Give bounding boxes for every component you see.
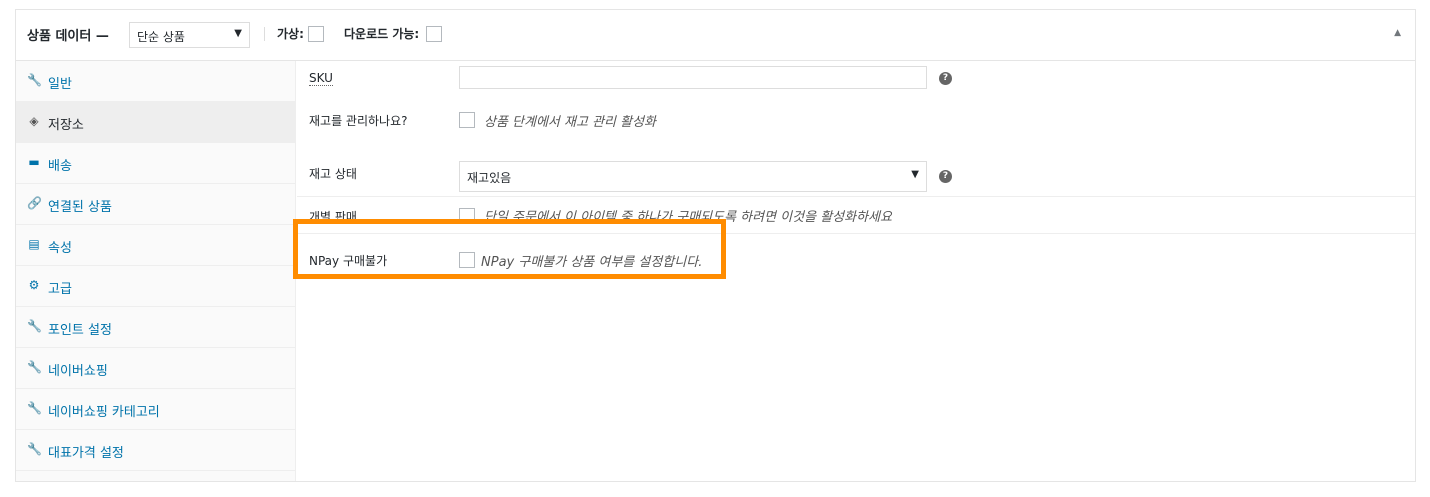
tab-naver-shopping-category[interactable]: 🔧 네이버쇼핑 카테고리: [16, 389, 295, 430]
downloadable-label: 다운로드 가능:: [344, 27, 420, 41]
collapse-icon[interactable]: ▲: [1394, 28, 1401, 38]
header-divider: [264, 27, 265, 41]
highlight-box: [293, 219, 726, 279]
sku-input[interactable]: [459, 66, 927, 89]
stock-status-row: 재고 상태 재고있음 ▼ ?: [297, 150, 1415, 197]
stock-status-label: 재고 상태: [309, 167, 357, 181]
stock-status-select[interactable]: 재고있음 ▼: [459, 161, 927, 192]
tag-icon: ◈: [29, 114, 39, 128]
tab-naver-shopping[interactable]: 🔧 네이버쇼핑: [16, 348, 295, 389]
tab-point-settings[interactable]: 🔧 포인트 설정: [16, 307, 295, 348]
wrench-icon: 🔧: [27, 319, 42, 333]
manage-stock-checkbox[interactable]: [459, 112, 475, 128]
tab-label: 대표가격 설정: [48, 446, 124, 461]
tab-shipping[interactable]: ▬ 배송: [16, 143, 295, 184]
tab-label: 배송: [48, 159, 72, 174]
list-icon: ▤: [28, 237, 40, 251]
tab-advanced[interactable]: ⚙ 고급: [16, 266, 295, 307]
wrench-icon: 🔧: [27, 360, 42, 374]
product-type-select[interactable]: 단순 상품 ▼: [129, 22, 250, 48]
virtual-label: 가상:: [277, 27, 304, 41]
tab-label: 포인트 설정: [48, 323, 112, 338]
sku-row: SKU ?: [297, 61, 1415, 103]
help-icon[interactable]: ?: [939, 72, 952, 85]
chevron-down-icon: ▼: [911, 169, 919, 180]
tab-representative-price[interactable]: 🔧 대표가격 설정: [16, 430, 295, 471]
panel-header: 상품 데이터 — 단순 상품 ▼ 가상: 다운로드 가능: ▲: [16, 10, 1415, 61]
help-icon[interactable]: ?: [939, 170, 952, 183]
tab-label: 연결된 상품: [48, 200, 112, 215]
tab-label: 네이버쇼핑: [48, 364, 108, 379]
tab-label: 네이버쇼핑 카테고리: [48, 405, 160, 420]
gear-icon: ⚙: [28, 278, 40, 292]
tab-attributes[interactable]: ▤ 속성: [16, 225, 295, 266]
chevron-down-icon: ▼: [234, 28, 242, 39]
product-type-value: 단순 상품: [137, 30, 185, 44]
manage-stock-row: 재고를 관리하나요? 상품 단계에서 재고 관리 활성화: [297, 103, 1415, 150]
truck-icon: ▬: [28, 155, 40, 169]
wrench-icon: 🔧: [27, 401, 42, 415]
tab-label: 일반: [48, 77, 72, 92]
tab-label: 저장소: [48, 118, 84, 133]
manage-stock-label: 재고를 관리하나요?: [309, 114, 408, 128]
wrench-icon: 🔧: [27, 442, 42, 456]
tab-label: 고급: [48, 282, 72, 297]
virtual-checkbox[interactable]: [308, 26, 324, 42]
sku-label: SKU: [309, 71, 333, 86]
tab-linked-products[interactable]: 🔗 연결된 상품: [16, 184, 295, 225]
link-icon: 🔗: [27, 196, 42, 210]
tab-general[interactable]: 🔧 일반: [16, 61, 295, 102]
stock-status-value: 재고있음: [467, 171, 512, 185]
manage-stock-description: 상품 단계에서 재고 관리 활성화: [484, 115, 657, 130]
downloadable-checkbox[interactable]: [426, 26, 442, 42]
panel-title: 상품 데이터 —: [27, 29, 109, 44]
wrench-icon: 🔧: [27, 73, 42, 87]
product-data-tabs: 🔧 일반 ◈ 저장소 ▬ 배송 🔗 연결된 상품 ▤ 속성 ⚙ 고급 🔧 포인트…: [16, 61, 296, 481]
tab-label: 속성: [48, 241, 72, 256]
tab-inventory[interactable]: ◈ 저장소: [16, 102, 295, 143]
